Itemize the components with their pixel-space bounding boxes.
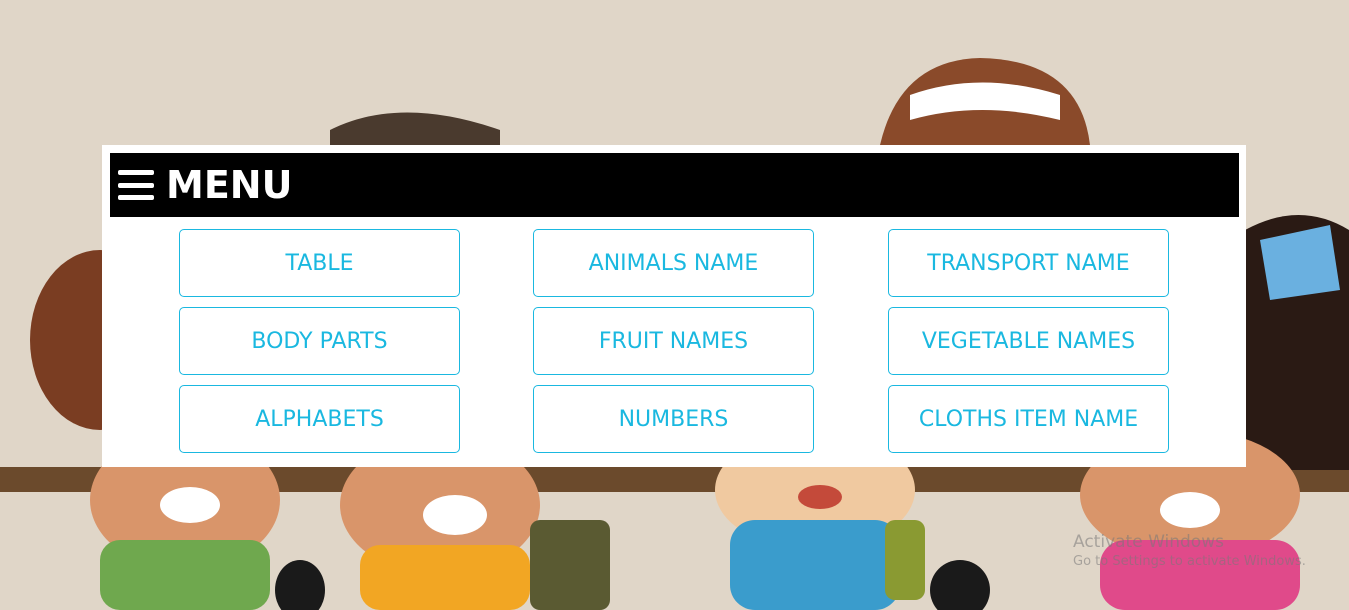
vegetable-names-button[interactable]: VEGETABLE NAMES: [888, 307, 1169, 375]
numbers-button[interactable]: NUMBERS: [533, 385, 814, 453]
animals-name-button[interactable]: ANIMALS NAME: [533, 229, 814, 297]
body-parts-button[interactable]: BODY PARTS: [179, 307, 460, 375]
transport-name-button[interactable]: TRANSPORT NAME: [888, 229, 1169, 297]
watermark-subtitle: Go to Settings to activate Windows.: [1073, 554, 1306, 569]
fruit-names-button[interactable]: FRUIT NAMES: [533, 307, 814, 375]
menu-header: MENU: [110, 153, 1239, 217]
alphabets-button[interactable]: ALPHABETS: [179, 385, 460, 453]
table-button[interactable]: TABLE: [179, 229, 460, 297]
menu-panel: MENU TABLE ANIMALS NAME TRANSPORT NAME B…: [102, 145, 1246, 467]
watermark-title: Activate Windows: [1073, 532, 1224, 552]
cloths-item-name-button[interactable]: CLOTHS ITEM NAME: [888, 385, 1169, 453]
windows-activation-watermark: Activate Windows Go to Settings to activ…: [1073, 532, 1306, 569]
hamburger-menu-icon[interactable]: [118, 170, 154, 200]
menu-title: MENU: [166, 163, 293, 207]
